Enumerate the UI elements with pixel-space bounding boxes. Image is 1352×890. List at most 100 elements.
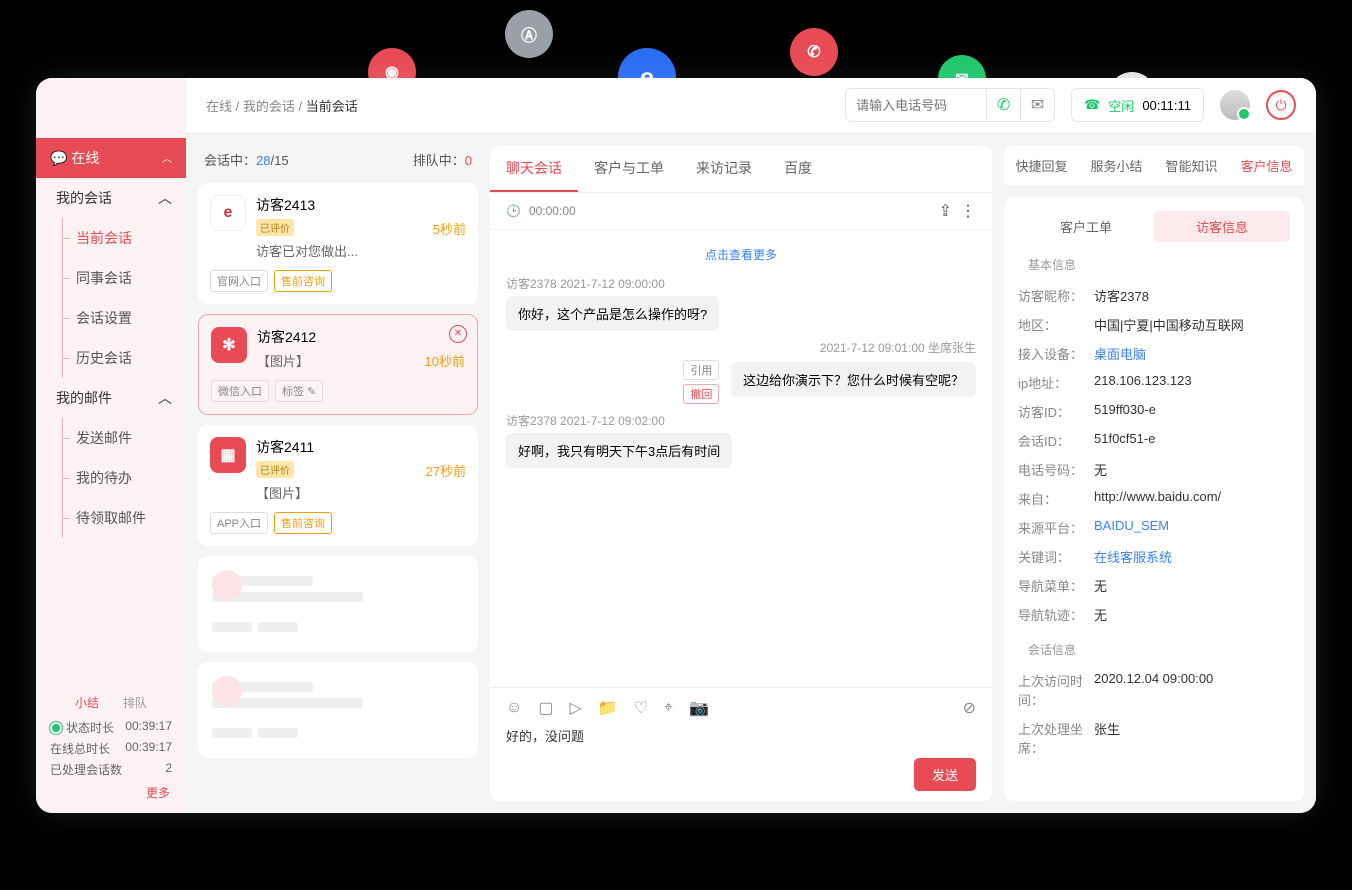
chat-panel: 聊天会话 客户与工单 来访记录 百度 🕒 00:00:00 ⇪ ⋮ 点击查看更多… [490,146,992,801]
camera-icon[interactable]: 📷 [689,698,709,718]
conversation-card[interactable]: ✕ ✻ 访客2412 【图片】 10秒前 微信入口 标签 ✎ [198,314,478,415]
time-ago: 5秒前 [433,219,466,238]
tab-customer-info[interactable]: 客户信息 [1229,146,1304,185]
location-icon[interactable]: ⌖ [664,699,673,717]
info-field: 电话号码：无 [1018,455,1290,484]
tab-customer-ticket[interactable]: 客户与工单 [578,146,680,192]
main-area: 在线 / 我的会话 / 当前会话 ✆ ✉ ☎ 空闲 00:11:11 ⏻ 会话中… [186,78,1316,813]
info-field: ip地址：218.106.123.123 [1018,368,1290,397]
send-button[interactable]: 发送 [914,758,976,791]
message-meta: 访客2378 2021-7-12 09:02:00 [506,412,976,429]
more-icon[interactable]: ⋮ [960,201,976,221]
sidebar-footer: 小结 排队 状态时长00:39:17 在线总时长00:39:17 已处理会话数2… [36,680,186,813]
info-field: 来源平台：BAIDU_SEM [1018,513,1290,542]
clear-icon[interactable]: ⊘ [963,698,976,718]
message-preview: 【图片】 [257,351,316,370]
tab-baidu[interactable]: 百度 [768,146,828,192]
session-timer: 00:00:00 [529,204,576,218]
tab-knowledge[interactable]: 智能知识 [1154,146,1229,185]
info-field: 来自：http://www.baidu.com/ [1018,484,1290,513]
chat-input-area: ☺ ▢ ▷ 📁 ♡ ⌖ 📷 ⊘ 好的，没问题 发送 [490,687,992,801]
skeleton-card [198,556,478,652]
source-tag: 官网入口 [210,270,268,292]
tab-chat[interactable]: 聊天会话 [490,146,578,192]
conversation-card[interactable]: ▦ 访客2411 已评价 【图片】 27秒前 APP入口 售前咨询 [198,425,478,546]
message-bubble: 这边给你演示下？您什么时候有空呢？ [731,362,976,397]
tab-quick-reply[interactable]: 快捷回复 [1004,146,1079,185]
online-dot-icon [50,722,62,734]
footer-tab-summary[interactable]: 小结 [75,694,99,711]
time-ago: 10秒前 [425,351,465,370]
tab-service-summary[interactable]: 服务小结 [1079,146,1154,185]
agent-status[interactable]: ☎ 空闲 00:11:11 [1071,88,1204,122]
source-tag: APP入口 [210,512,268,534]
clock-icon: 🕒 [506,204,521,218]
tab-visit-log[interactable]: 来访记录 [680,146,768,192]
rated-badge: 已评价 [256,461,294,478]
chat-textarea[interactable]: 好的，没问题 [506,718,976,758]
info-field: 访客ID：519ff030-e [1018,397,1290,426]
message-preview: 访客已对您做出... [256,241,358,260]
power-button[interactable]: ⏻ [1266,90,1296,120]
nav-history-session[interactable]: 历史会话 [36,338,186,378]
chat-tabs: 聊天会话 客户与工单 来访记录 百度 [490,146,992,193]
channel-wechat-icon: ✻ [211,327,247,363]
rated-badge: 已评价 [256,219,294,236]
avatar[interactable] [1220,90,1250,120]
quote-button[interactable]: 引用 [683,360,719,380]
edit-tag[interactable]: 标签 ✎ [275,380,323,402]
nav-pending-mail[interactable]: 待领取邮件 [36,498,186,538]
nav-online-header[interactable]: 💬 在线︿ [36,138,186,178]
footer-tab-queue[interactable]: 排队 [123,694,147,711]
source-tag: 微信入口 [211,380,269,402]
recall-button[interactable]: 撤回 [683,384,719,404]
footer-more-link[interactable]: 更多 [44,780,178,805]
nav-session-settings[interactable]: 会话设置 [36,298,186,338]
status-timer: 00:11:11 [1142,98,1191,113]
topbar: 在线 / 我的会话 / 当前会话 ✆ ✉ ☎ 空闲 00:11:11 ⏻ [186,78,1316,134]
mail-button[interactable]: ✉ [1020,88,1054,122]
close-card-button[interactable]: ✕ [449,325,467,343]
info-field: 接入设备：桌面电脑 [1018,339,1290,368]
phone-channel-icon: ✆ [790,28,838,76]
phone-input-group: ✆ ✉ [845,88,1055,122]
app-window: 💬 在线︿ 我的会话︿ 当前会话 同事会话 会话设置 历史会话 我的邮件︿ 发送… [36,78,1316,813]
message-meta: 访客2378 2021-7-12 09:00:00 [506,275,976,292]
folder-icon[interactable]: 📁 [598,698,618,718]
video-icon[interactable]: ▷ [569,698,581,718]
heart-icon[interactable]: ♡ [634,698,648,718]
call-button[interactable]: ✆ [986,88,1020,122]
image-icon[interactable]: ▢ [538,698,553,718]
nav-my-todo[interactable]: 我的待办 [36,458,186,498]
emoji-icon[interactable]: ☺ [506,699,522,717]
nav-current-session[interactable]: 当前会话 [36,218,186,258]
category-tag: 售前咨询 [274,270,332,292]
nav-my-sessions[interactable]: 我的会话︿ [36,178,186,218]
chevron-up-icon: ︿ [158,188,172,208]
info-panel: 客户工单 访客信息 基本信息 访客昵称：访客2378地区：中国|宁夏|中国移动互… [1004,197,1304,801]
channel-ie-icon: e [210,195,246,231]
info-field: 导航菜单：无 [1018,571,1290,600]
info-column: 快捷回复 服务小结 智能知识 客户信息 客户工单 访客信息 基本信息 访客昵称：… [1004,146,1304,801]
load-more-link[interactable]: 点击查看更多 [506,246,976,263]
export-icon[interactable]: ⇪ [939,201,952,221]
info-field: 关键词：在线客服系统 [1018,542,1290,571]
message-bubble: 好啊，我只有明天下午3点后有时间 [506,433,732,468]
channel-app-icon: ▦ [210,437,246,473]
subtab-ticket[interactable]: 客户工单 [1018,211,1154,242]
nav-my-mail[interactable]: 我的邮件︿ [36,378,186,418]
message-bubble: 你好，这个产品是怎么操作的呀? [506,296,719,331]
conversation-card[interactable]: e 访客2413 已评价 访客已对您做出... 5秒前 官网入口 售前咨询 [198,183,478,304]
time-ago: 27秒前 [426,461,466,480]
phone-input[interactable] [846,98,986,113]
info-field: 地区：中国|宁夏|中国移动互联网 [1018,310,1290,339]
appstore-icon: Ⓐ [505,10,553,58]
subtab-visitor-info[interactable]: 访客信息 [1154,211,1290,242]
list-header: 会话中：28/15 排队中：0 [198,146,478,173]
info-top-tabs: 快捷回复 服务小结 智能知识 客户信息 [1004,146,1304,185]
nav-colleague-session[interactable]: 同事会话 [36,258,186,298]
message-meta: 2021-7-12 09:01:00 坐席张生 [506,339,976,356]
sidebar: 💬 在线︿ 我的会话︿ 当前会话 同事会话 会话设置 历史会话 我的邮件︿ 发送… [36,78,186,813]
info-field: 访客昵称：访客2378 [1018,281,1290,310]
nav-send-mail[interactable]: 发送邮件 [36,418,186,458]
